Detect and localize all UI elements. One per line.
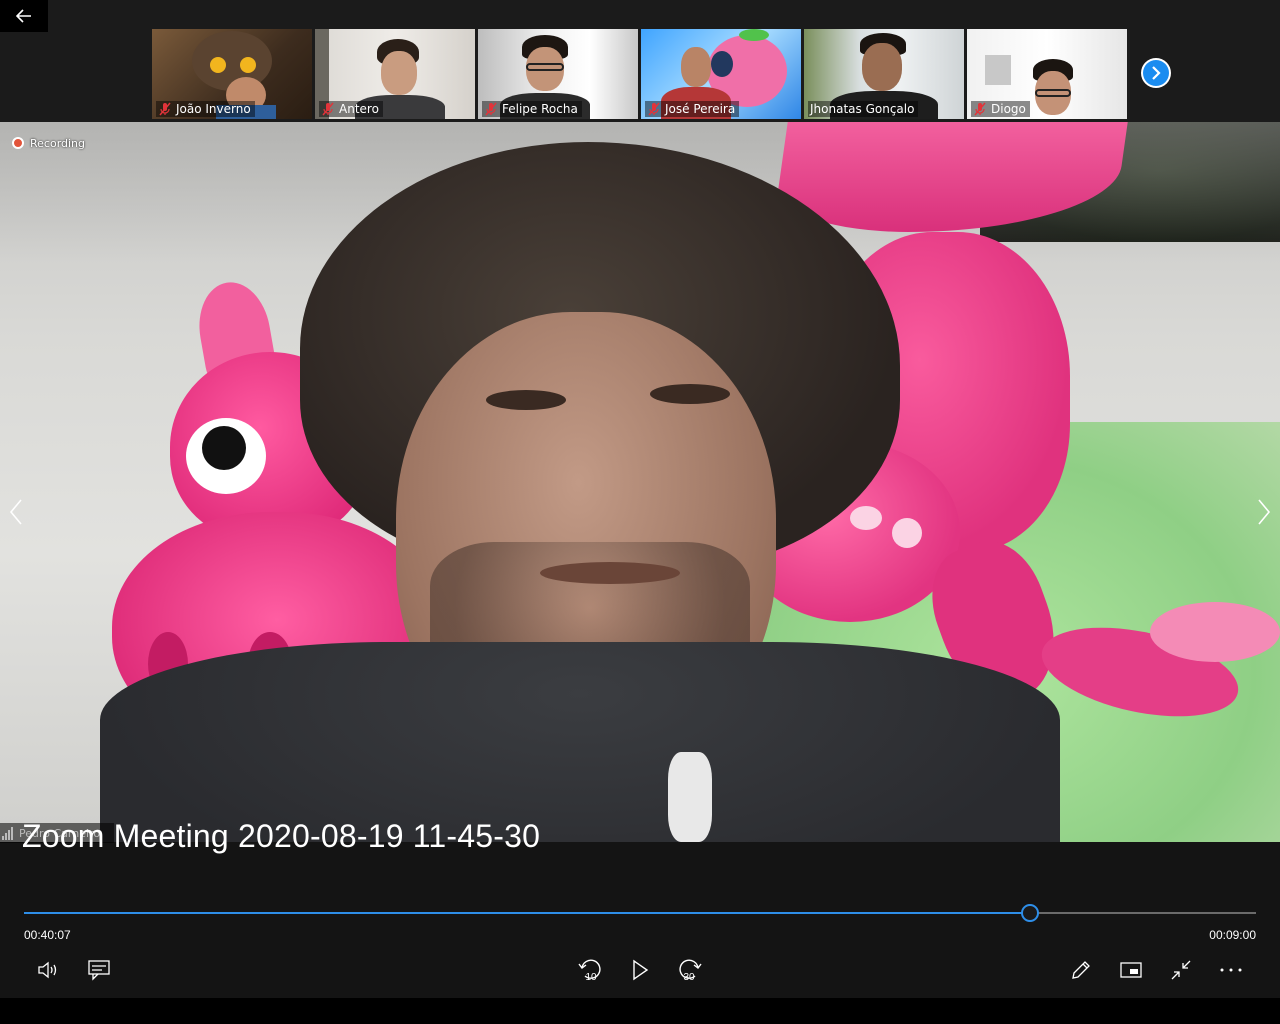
- rewind-10-label: 10: [585, 972, 597, 983]
- recording-label: Recording: [30, 136, 86, 150]
- participant-tile[interactable]: José Pereira: [641, 29, 801, 119]
- participant-name-label: Jhonatas Gonçalo: [810, 102, 915, 116]
- participant-strip: João Inverno Antero Felipe Rocha José Pe…: [0, 0, 1280, 122]
- volume-button[interactable]: [35, 956, 63, 984]
- muted-mic-icon: [974, 102, 986, 116]
- back-arrow-icon: [16, 9, 31, 23]
- rewind-10-icon: 10: [578, 959, 601, 983]
- next-speaker-button[interactable]: [1254, 492, 1274, 532]
- video-title: Zoom Meeting 2020-08-19 11-45-30: [22, 818, 541, 854]
- seek-progress: [24, 912, 1031, 914]
- signal-icon: [2, 826, 13, 840]
- participant-name: José Pereira: [645, 101, 740, 117]
- participant-name-label: Antero: [339, 102, 379, 116]
- more-options-button[interactable]: [1217, 956, 1245, 984]
- pencil-icon: [1072, 961, 1090, 979]
- participant-name: João Inverno: [156, 101, 255, 117]
- back-button[interactable]: [0, 0, 48, 32]
- captions-button[interactable]: [85, 956, 113, 984]
- participant-name: Felipe Rocha: [482, 101, 582, 117]
- play-button[interactable]: [626, 956, 654, 984]
- seek-bar[interactable]: [24, 904, 1256, 922]
- play-icon: [633, 959, 649, 981]
- participant-tile[interactable]: Antero: [315, 29, 475, 119]
- participant-name-label: José Pereira: [665, 102, 736, 116]
- remaining-time: 00:09:00: [1209, 928, 1256, 942]
- recording-indicator: Recording: [12, 135, 85, 151]
- more-icon: [1220, 968, 1242, 972]
- participant-name-label: Diogo: [991, 102, 1026, 116]
- muted-mic-icon: [322, 102, 334, 116]
- forward-30-icon: 30: [679, 959, 702, 983]
- volume-icon: [38, 961, 57, 979]
- bottom-strip: [0, 998, 1280, 1024]
- chevron-left-icon: [9, 499, 22, 525]
- participant-name: Diogo: [971, 101, 1030, 117]
- participant-name-label: Felipe Rocha: [502, 102, 578, 116]
- forward-30-label: 30: [683, 972, 695, 983]
- forward-30-button[interactable]: 30: [676, 956, 704, 984]
- edit-button[interactable]: [1067, 956, 1095, 984]
- mini-view-icon: [1120, 962, 1142, 978]
- mini-view-button[interactable]: [1117, 956, 1145, 984]
- participant-name-label: João Inverno: [176, 102, 251, 116]
- participant-tile[interactable]: Jhonatas Gonçalo: [804, 29, 964, 119]
- muted-mic-icon: [648, 102, 660, 116]
- participant-name: Antero: [319, 101, 383, 117]
- exit-fullscreen-button[interactable]: [1167, 956, 1195, 984]
- exit-fullscreen-icon: [1171, 960, 1191, 980]
- participant-name: Jhonatas Gonçalo: [808, 101, 919, 117]
- captions-icon: [88, 960, 110, 981]
- muted-mic-icon: [159, 102, 171, 116]
- chevron-right-icon: [1258, 499, 1271, 525]
- chevron-right-icon: [1152, 66, 1161, 80]
- current-time: 00:40:07: [24, 928, 71, 942]
- participant-thumbnails: João Inverno Antero Felipe Rocha José Pe…: [152, 29, 1127, 119]
- participant-tile[interactable]: João Inverno: [152, 29, 312, 119]
- muted-mic-icon: [485, 102, 497, 116]
- rewind-10-button[interactable]: 10: [576, 956, 604, 984]
- seek-thumb[interactable]: [1021, 904, 1040, 922]
- main-video[interactable]: Recording: [0, 122, 1280, 842]
- participant-tile[interactable]: Diogo: [967, 29, 1127, 119]
- next-participants-button[interactable]: [1141, 58, 1171, 88]
- recording-icon: [12, 137, 24, 149]
- previous-speaker-button[interactable]: [6, 492, 26, 532]
- participant-tile[interactable]: Felipe Rocha: [478, 29, 638, 119]
